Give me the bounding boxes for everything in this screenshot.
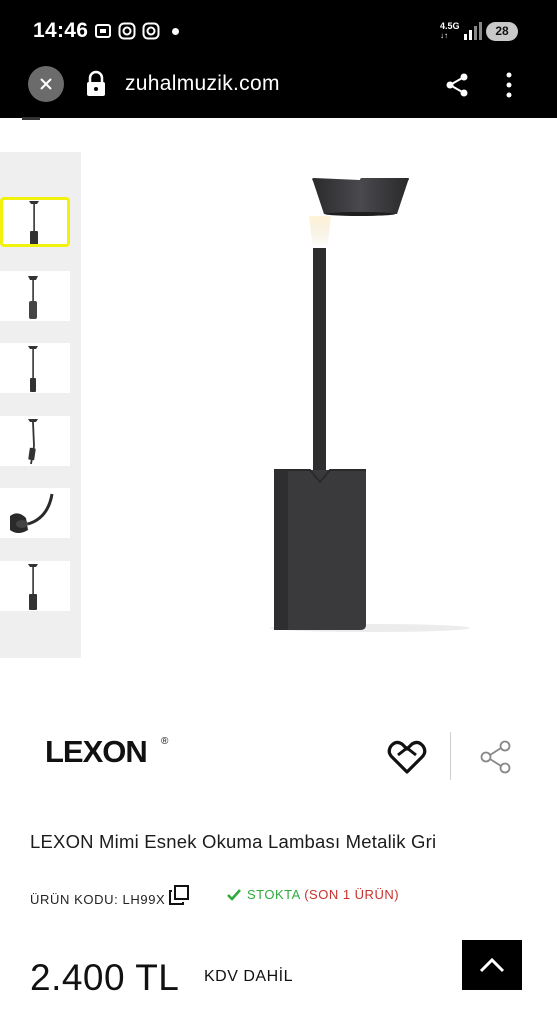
more-vert-icon[interactable] xyxy=(500,70,518,100)
brand-logo[interactable]: LEXON xyxy=(45,734,148,770)
product-image[interactable] xyxy=(240,170,500,650)
browser-toolbar: zuhalmuzik.com xyxy=(0,64,557,118)
chevron-up-icon xyxy=(479,957,505,973)
menu-icon[interactable] xyxy=(22,117,40,120)
share-icon[interactable] xyxy=(479,740,513,774)
url-text[interactable]: zuhalmuzik.com xyxy=(125,72,280,96)
network-type: 4.5G ↓↑ xyxy=(440,21,460,41)
divider xyxy=(450,732,451,780)
share-icon[interactable] xyxy=(444,72,470,98)
lamp-straight-icon xyxy=(28,346,38,392)
screenshot-icon xyxy=(95,24,111,38)
instagram-icon xyxy=(142,22,160,40)
lamp-straight-icon xyxy=(29,201,39,246)
lamp-bent-icon xyxy=(10,493,54,533)
registered-mark: ® xyxy=(161,736,169,747)
scroll-to-top-button[interactable] xyxy=(462,940,522,990)
close-icon xyxy=(40,78,52,90)
thumbnail-4[interactable] xyxy=(0,416,70,466)
status-time: 14:46 xyxy=(33,19,89,42)
lamp-tilted-icon xyxy=(28,419,38,465)
check-icon xyxy=(227,889,241,901)
stock-status: STOKTA (SON 1 ÜRÜN) xyxy=(247,887,399,902)
battery-indicator: 28 xyxy=(486,22,518,41)
product-price: 2.400 TL xyxy=(30,957,180,998)
product-title: LEXON Mimi Esnek Okuma Lambası Metalik G… xyxy=(30,831,437,852)
lock-icon[interactable] xyxy=(84,70,108,98)
lamp-straight-icon xyxy=(28,564,38,610)
close-tab-button[interactable] xyxy=(28,66,64,102)
tax-note: KDV DAHİL xyxy=(204,968,293,985)
thumbnail-3[interactable] xyxy=(0,343,70,393)
copy-icon[interactable] xyxy=(168,884,190,906)
thumbnail-5[interactable] xyxy=(0,488,70,538)
instagram-icon xyxy=(118,22,136,40)
favorite-heart-icon[interactable] xyxy=(387,740,427,776)
product-code: ÜRÜN KODU: LH99X xyxy=(30,892,166,907)
notification-dot xyxy=(172,28,179,35)
stock-status-text: STOKTA xyxy=(247,887,301,902)
thumbnail-1[interactable] xyxy=(0,197,70,247)
stock-remaining: (SON 1 ÜRÜN) xyxy=(304,887,400,902)
status-bar: 14:46 4.5G ↓↑ 28 xyxy=(0,0,557,64)
signal-icon xyxy=(464,22,482,40)
thumbnail-6[interactable] xyxy=(0,561,70,611)
lamp-short-icon xyxy=(28,276,38,319)
thumbnail-2[interactable] xyxy=(0,271,70,321)
